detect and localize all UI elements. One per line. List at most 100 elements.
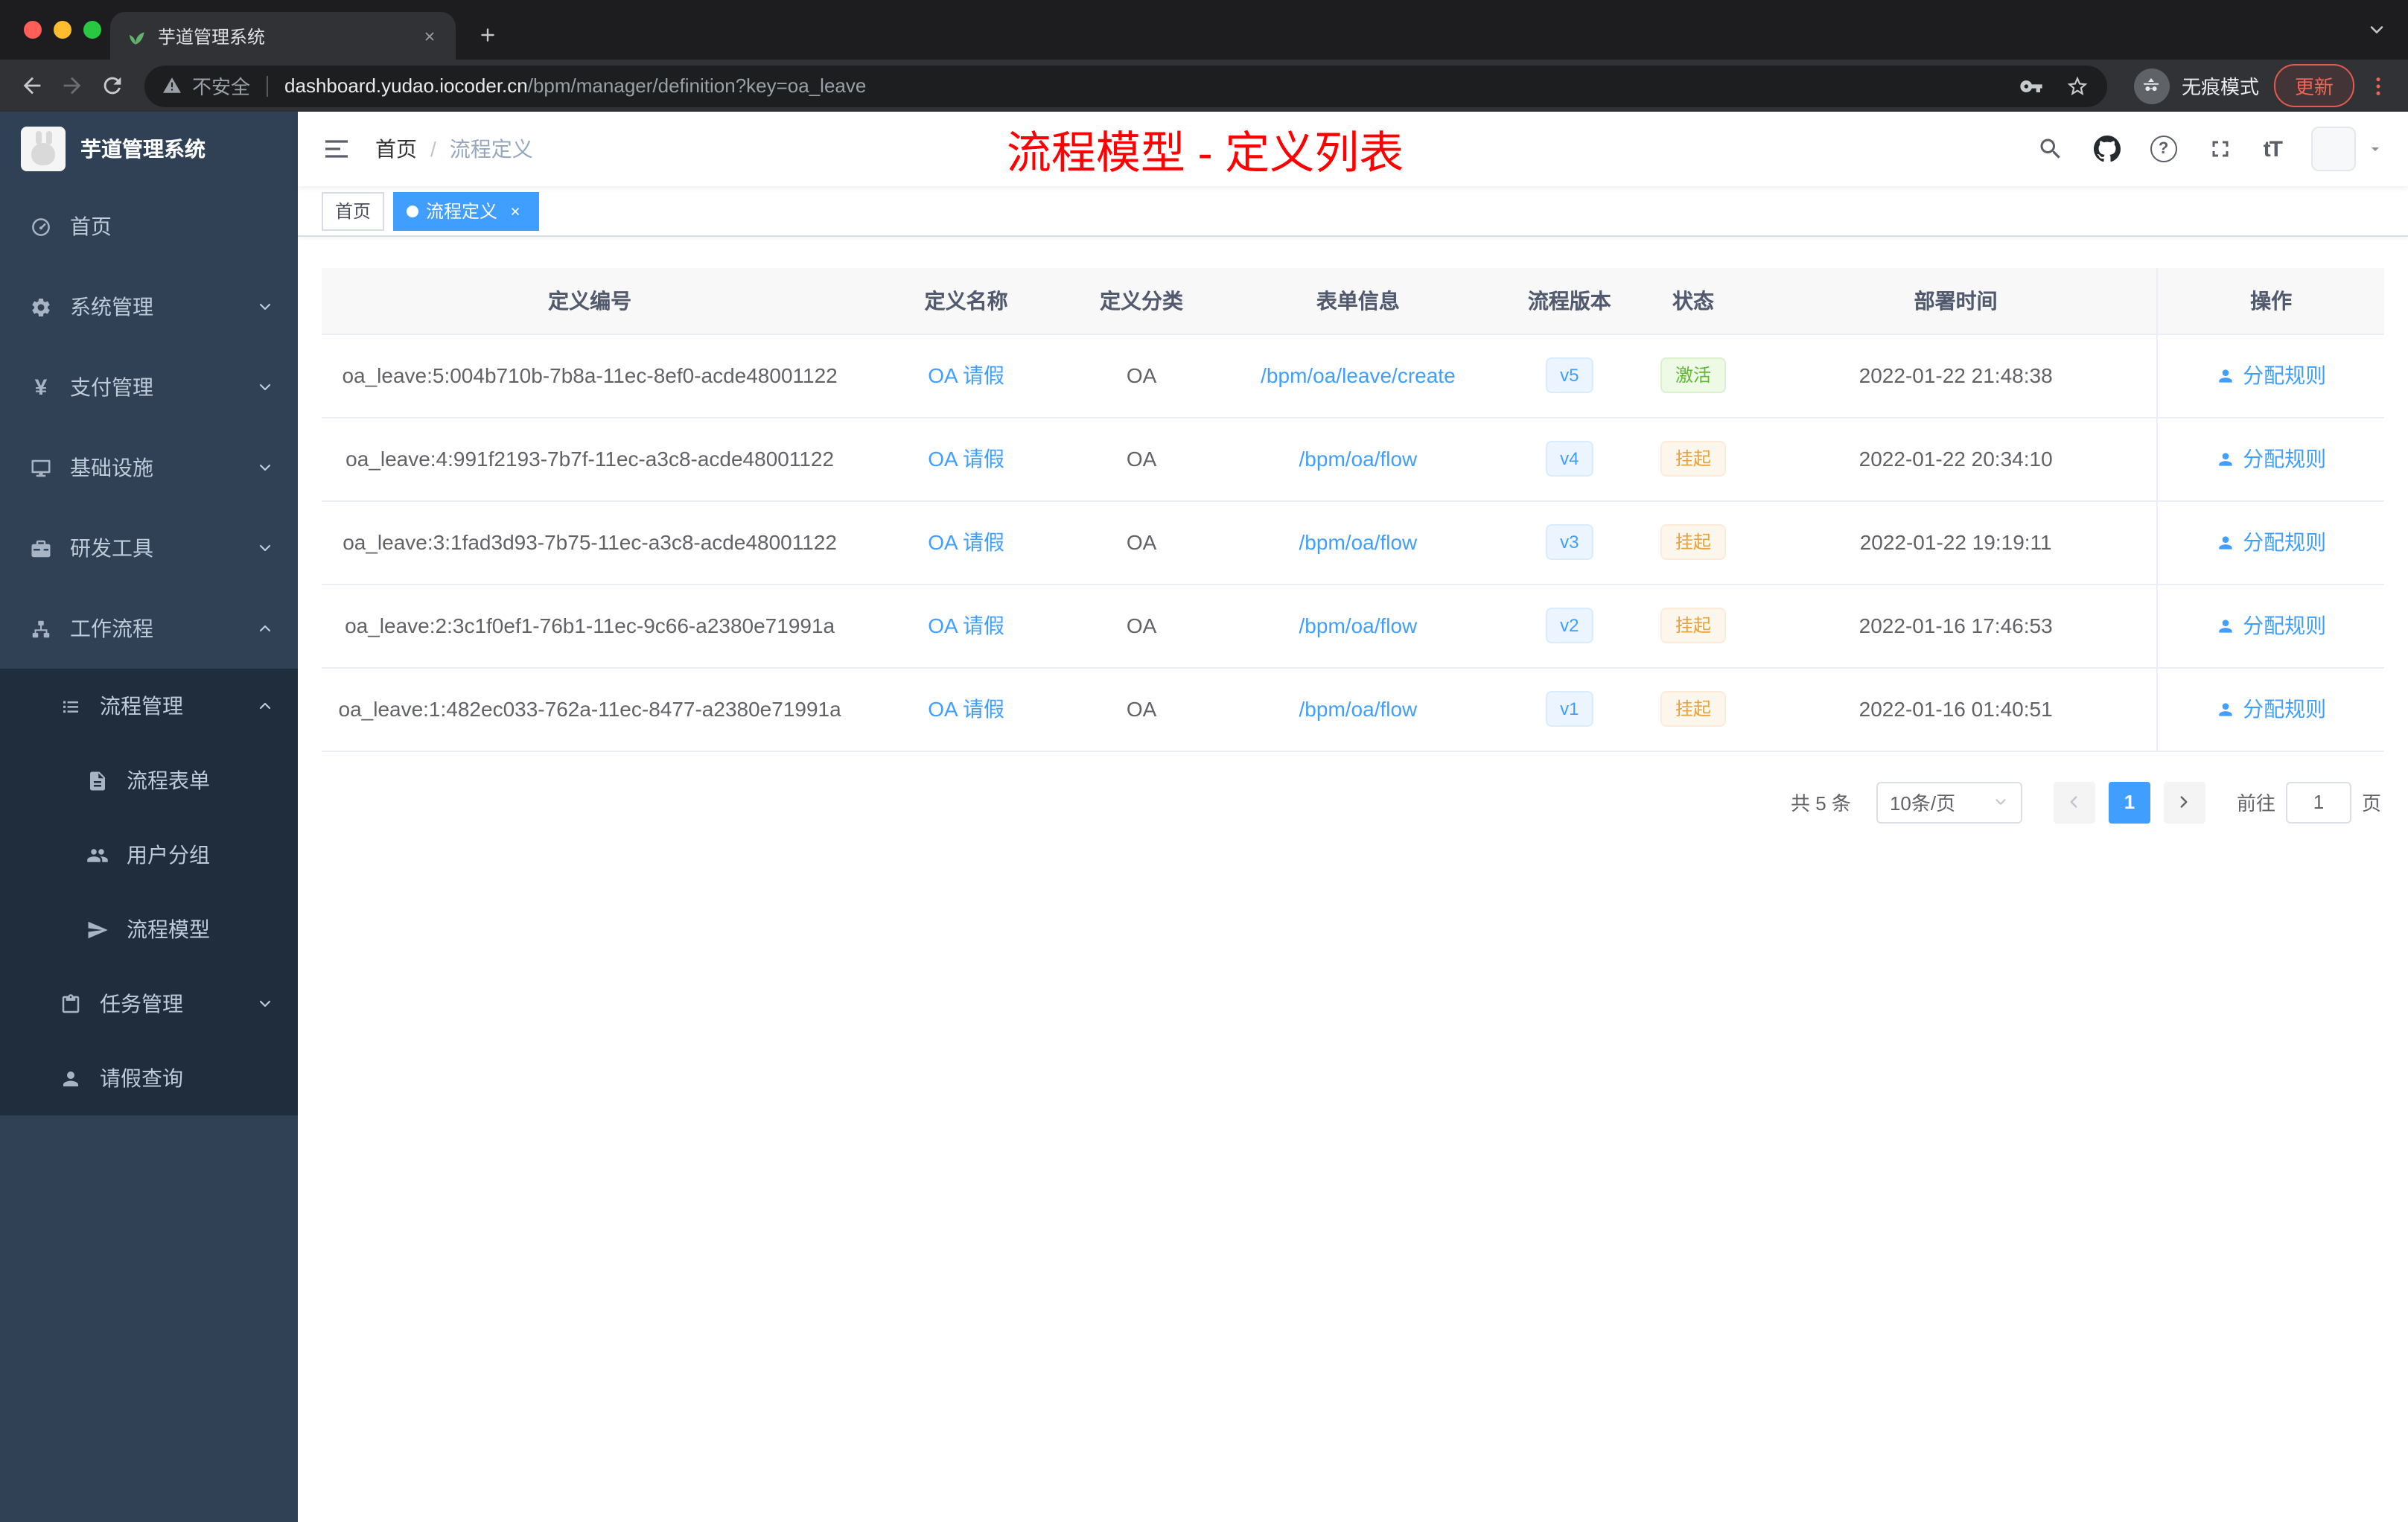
form-link[interactable]: /bpm/oa/flow	[1299, 530, 1418, 554]
sidebar-item-system-management[interactable]: 系统管理	[0, 267, 298, 347]
document-icon	[86, 769, 109, 792]
sidebar: 芋道管理系统 首页 系统管理 ¥ 支付管理 基础设施 研发工具 工作流程 流程管…	[0, 112, 298, 1522]
column-header-category: 定义分类	[1074, 268, 1209, 334]
chevron-down-icon	[256, 995, 274, 1013]
sidebar-item-leave-query[interactable]: 请假查询	[0, 1041, 298, 1115]
sidebar-menu: 首页 系统管理 ¥ 支付管理 基础设施 研发工具 工作流程 流程管理 流程表单 …	[0, 186, 298, 1115]
form-link[interactable]: /bpm/oa/flow	[1299, 697, 1418, 721]
chevron-up-icon	[256, 620, 274, 637]
browser-window: 芋道管理系统 不安全 dashboard.yudao.iocoder.cn/bp…	[0, 0, 2408, 1522]
version-badge: v1	[1545, 691, 1594, 727]
assign-rule-link[interactable]: 分配规则	[2216, 527, 2326, 557]
app-title: 芋道管理系统	[80, 137, 206, 161]
table-row: oa_leave:2:3c1f0ef1-76b1-11ec-9c66-a2380…	[322, 584, 2384, 668]
tag-close-icon[interactable]	[505, 200, 526, 221]
sidebar-item-task-management[interactable]: 任务管理	[0, 967, 298, 1041]
password-key-icon[interactable]	[2019, 74, 2043, 98]
sidebar-item-process-form[interactable]: 流程表单	[0, 743, 298, 818]
tab-title: 芋道管理系统	[158, 26, 266, 47]
address-bar[interactable]: 不安全 dashboard.yudao.iocoder.cn/bpm/manag…	[144, 65, 2107, 106]
status-badge: 挂起	[1660, 691, 1726, 727]
breadcrumb-current: 流程定义	[449, 137, 533, 161]
hamburger-icon[interactable]	[322, 134, 351, 164]
search-icon[interactable]	[2037, 136, 2064, 162]
update-label: 更新	[2294, 76, 2334, 98]
definition-id: oa_leave:5:004b710b-7b8a-11ec-8ef0-acde4…	[322, 334, 859, 418]
font-size-icon[interactable]: tT	[2264, 136, 2283, 162]
assign-rule-label: 分配规则	[2243, 363, 2327, 387]
yen-icon: ¥	[34, 375, 48, 400]
back-button[interactable]	[12, 66, 52, 106]
assign-rule-link[interactable]: 分配规则	[2216, 611, 2326, 640]
page-size-select[interactable]: 10条/页	[1876, 781, 2022, 823]
page-number-button[interactable]: 1	[2108, 781, 2150, 823]
fullscreen-icon[interactable]	[2207, 136, 2234, 162]
sidebar-item-dev-tools[interactable]: 研发工具	[0, 508, 298, 588]
definition-name-link[interactable]: OA 请假	[928, 697, 1004, 721]
app-root: 芋道管理系统 首页 系统管理 ¥ 支付管理 基础设施 研发工具 工作流程 流程管…	[0, 112, 2408, 1522]
navbar-actions: ? tT	[2037, 127, 2384, 171]
column-header-definition-id: 定义编号	[322, 268, 859, 334]
sidebar-item-label: 流程表单	[127, 768, 210, 792]
assign-rule-link[interactable]: 分配规则	[2216, 694, 2326, 724]
form-link[interactable]: /bpm/oa/flow	[1299, 447, 1418, 471]
next-page-button[interactable]	[2163, 781, 2205, 823]
deploy-time: 2022-01-16 01:40:51	[1755, 667, 2158, 751]
window-minimize-button[interactable]	[54, 21, 71, 39]
security-label[interactable]: 不安全	[192, 71, 250, 100]
assign-rule-link[interactable]: 分配规则	[2216, 444, 2326, 474]
table-header-row: 定义编号 定义名称 定义分类 表单信息 流程版本 状态 部署时间 操作	[322, 268, 2384, 334]
sidebar-item-payment-management[interactable]: ¥ 支付管理	[0, 347, 298, 427]
forward-button[interactable]	[52, 66, 92, 106]
update-chip[interactable]: 更新	[2273, 64, 2354, 107]
column-header-version: 流程版本	[1507, 268, 1631, 334]
table-row: oa_leave:4:991f2193-7b7f-11ec-a3c8-acde4…	[322, 417, 2384, 501]
bookmark-star-icon[interactable]	[2065, 74, 2089, 98]
chevron-right-icon	[2175, 792, 2194, 812]
assign-rule-link[interactable]: 分配规则	[2216, 360, 2326, 390]
refresh-button[interactable]	[92, 66, 133, 106]
sidebar-item-label: 首页	[70, 214, 112, 238]
table-row: oa_leave:1:482ec033-762a-11ec-8477-a2380…	[322, 667, 2384, 751]
status-badge: 激活	[1660, 357, 1726, 393]
tab-search-chevron-icon[interactable]	[2366, 19, 2387, 40]
window-zoom-button[interactable]	[83, 21, 101, 39]
definition-name-link[interactable]: OA 请假	[928, 530, 1004, 554]
form-link[interactable]: /bpm/oa/leave/create	[1261, 363, 1456, 387]
sidebar-item-user-group[interactable]: 用户分组	[0, 818, 298, 892]
github-icon[interactable]	[2094, 136, 2121, 162]
sidebar-item-infrastructure[interactable]: 基础设施	[0, 427, 298, 508]
help-icon[interactable]: ?	[2150, 136, 2177, 162]
version-badge: v4	[1545, 441, 1594, 477]
sidebar-item-home[interactable]: 首页	[0, 186, 298, 267]
incognito-indicator: 无痕模式	[2133, 68, 2259, 104]
definition-table: 定义编号 定义名称 定义分类 表单信息 流程版本 状态 部署时间 操作 oa_l	[322, 268, 2384, 751]
new-tab-button[interactable]	[468, 15, 506, 54]
people-icon	[86, 844, 109, 866]
definition-name-link[interactable]: OA 请假	[928, 363, 1004, 387]
definition-name-link[interactable]: OA 请假	[928, 614, 1004, 637]
sidebar-item-workflow[interactable]: 工作流程	[0, 588, 298, 669]
sidebar-item-process-model[interactable]: 流程模型	[0, 892, 298, 967]
sidebar-item-process-management[interactable]: 流程管理	[0, 669, 298, 743]
tab-close-icon[interactable]	[417, 24, 441, 48]
page-size-value: 10条/页	[1889, 792, 1956, 815]
deploy-time: 2022-01-22 19:19:11	[1755, 500, 2158, 585]
sidebar-item-label: 任务管理	[100, 992, 183, 1016]
window-close-button[interactable]	[24, 21, 42, 39]
breadcrumb-home[interactable]: 首页	[375, 134, 417, 164]
assign-rule-label: 分配规则	[2243, 697, 2327, 721]
browser-tab[interactable]: 芋道管理系统	[110, 12, 456, 60]
sidebar-item-label: 支付管理	[70, 375, 153, 399]
browser-menu-dots-icon[interactable]	[2366, 74, 2390, 98]
user-avatar-dropdown[interactable]	[2311, 127, 2384, 171]
prev-page-button[interactable]	[2053, 781, 2095, 823]
form-link[interactable]: /bpm/oa/flow	[1299, 614, 1418, 637]
assign-rule-label: 分配规则	[2243, 614, 2327, 637]
sidebar-item-label: 流程管理	[100, 694, 183, 718]
tag-home[interactable]: 首页	[322, 191, 385, 230]
definition-name-link[interactable]: OA 请假	[928, 447, 1004, 471]
goto-page-input[interactable]: 1	[2285, 781, 2351, 823]
tag-process-definition[interactable]: 流程定义	[393, 191, 540, 230]
logo-avatar	[21, 127, 66, 171]
